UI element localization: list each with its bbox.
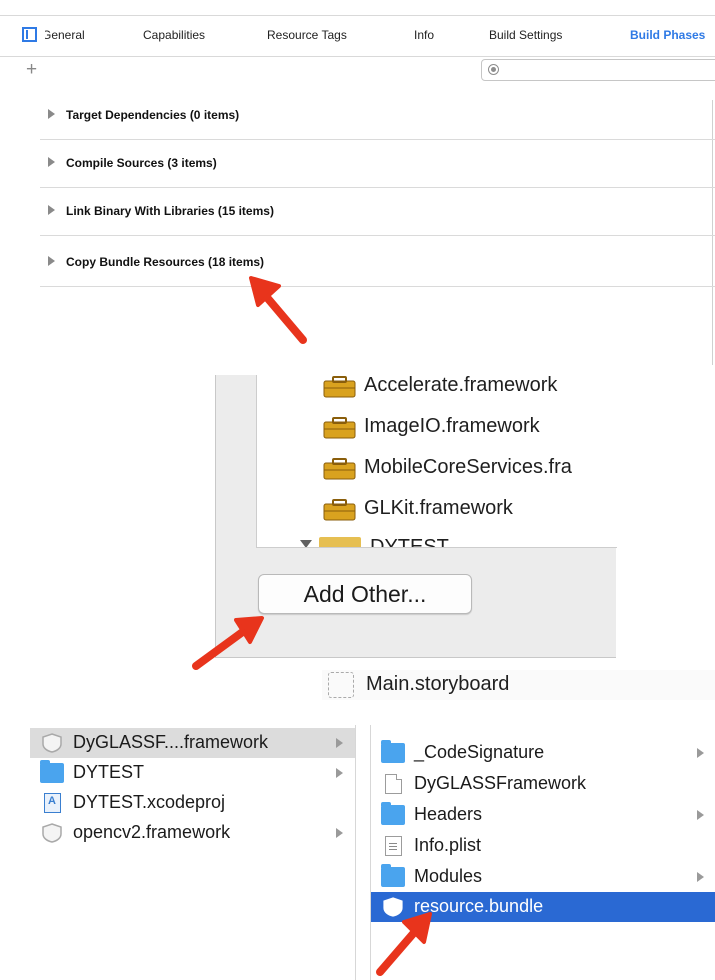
file-name: Modules	[414, 866, 483, 886]
phase-target-dependencies[interactable]: Target Dependencies (0 items)	[40, 92, 715, 140]
filter-field[interactable]	[481, 59, 715, 81]
folder-icon	[381, 864, 405, 887]
folder-icon	[381, 802, 405, 825]
editor-tab-bar: General Capabilities Resource Tags Info …	[0, 15, 715, 57]
framework-name: Accelerate.framework	[364, 375, 558, 396]
file-name: Headers	[414, 804, 483, 824]
list-item-main-storyboard[interactable]: Main.storyboard	[322, 670, 715, 700]
folder-icon	[381, 740, 405, 763]
disclosure-triangle-icon[interactable]	[48, 109, 55, 119]
phases-toolbar: +	[0, 56, 715, 86]
filter-icon	[488, 64, 499, 75]
disclosure-triangle-icon[interactable]	[48, 205, 55, 215]
phase-compile-sources[interactable]: Compile Sources (3 items)	[40, 140, 715, 188]
disclosure-triangle-icon[interactable]	[48, 256, 55, 266]
file-name: DYTEST	[73, 762, 145, 782]
tab-resource-tags[interactable]: Resource Tags	[267, 28, 347, 42]
list-item-dytest-folder[interactable]: DYTEST	[30, 758, 355, 788]
disclosure-triangle-icon[interactable]	[48, 157, 55, 167]
expand-arrow-icon	[336, 768, 343, 778]
list-item-opencv2-framework[interactable]: opencv2.framework	[30, 818, 355, 848]
annotation-arrow-icon	[376, 912, 432, 976]
xcodeproj-icon	[44, 793, 61, 813]
file-name: Info.plist	[414, 835, 482, 855]
framework-icon	[42, 733, 62, 753]
framework-name: GLKit.framework	[364, 497, 513, 519]
list-item-info-plist[interactable]: Info.plist	[371, 831, 715, 861]
folder-icon	[319, 537, 361, 547]
toolbox-icon	[323, 417, 356, 439]
toolbox-icon	[323, 499, 356, 521]
annotation-arrow-icon	[249, 276, 307, 344]
expand-arrow-icon	[697, 810, 704, 820]
framework-name: ImageIO.framework	[364, 415, 540, 437]
tab-capabilities[interactable]: Capabilities	[143, 28, 205, 42]
list-item-codesignature[interactable]: _CodeSignature	[371, 738, 715, 768]
storyboard-icon	[328, 672, 354, 698]
group-dytest-label: DYTEST	[370, 536, 449, 548]
tab-build-phases[interactable]: Build Phases	[630, 28, 705, 42]
expand-arrow-icon	[336, 738, 343, 748]
file-name: Main.storyboard	[366, 673, 510, 695]
phase-label: Compile Sources (3 items)	[66, 156, 217, 170]
toolbox-icon	[323, 458, 356, 480]
build-phases-panel: General Capabilities Resource Tags Info …	[0, 0, 715, 365]
finder-column-left[interactable]: DyGLASSF....framework DYTEST DYTEST.xcod…	[30, 725, 356, 980]
add-phase-button[interactable]: +	[26, 60, 37, 79]
expand-arrow-icon	[336, 828, 343, 838]
annotation-arrow-icon	[192, 616, 264, 670]
file-name: _CodeSignature	[414, 742, 545, 762]
file-icon	[385, 774, 402, 794]
framework-chooser-dialog: Accelerate.framework ImageIO.framework M…	[215, 375, 617, 658]
expand-arrow-icon	[697, 748, 704, 758]
toolbox-icon	[323, 376, 356, 398]
file-name: opencv2.framework	[73, 822, 231, 842]
folder-icon	[40, 760, 64, 783]
phase-label: Copy Bundle Resources (18 items)	[66, 255, 265, 269]
framework-name: MobileCoreServices.fra	[364, 456, 572, 478]
sidebar-toggle-icon[interactable]	[22, 27, 37, 42]
list-item-dyglass-framework[interactable]: DyGLASSF....framework	[30, 728, 355, 758]
file-name: DyGLASSF....framework	[73, 732, 269, 752]
phase-copy-bundle-resources[interactable]: Copy Bundle Resources (18 items)	[40, 239, 715, 287]
file-name: DyGLASSFramework	[414, 773, 587, 793]
file-name: DYTEST.xcodeproj	[73, 792, 226, 812]
tab-general[interactable]: General	[45, 28, 85, 42]
phase-label: Target Dependencies (0 items)	[66, 108, 240, 122]
list-item-dytest-xcodeproj[interactable]: DYTEST.xcodeproj	[30, 788, 355, 818]
phase-label: Link Binary With Libraries (15 items)	[66, 204, 274, 218]
tab-build-settings[interactable]: Build Settings	[489, 28, 562, 42]
finder-column-browser: DyGLASSF....framework DYTEST DYTEST.xcod…	[0, 715, 715, 980]
expand-arrow-icon	[697, 872, 704, 882]
tab-info[interactable]: Info	[414, 28, 434, 42]
add-other-button[interactable]: Add Other...	[258, 574, 472, 614]
phase-link-binary[interactable]: Link Binary With Libraries (15 items)	[40, 188, 715, 236]
list-item-modules[interactable]: Modules	[371, 862, 715, 892]
list-item-headers[interactable]: Headers	[371, 800, 715, 830]
framework-icon	[42, 823, 62, 843]
framework-list[interactable]: Accelerate.framework ImageIO.framework M…	[256, 375, 617, 548]
add-frameworks-dialog-panel: Accelerate.framework ImageIO.framework M…	[0, 375, 715, 710]
disclosure-expanded-icon[interactable]	[300, 540, 312, 547]
list-item-dyglassframework-binary[interactable]: DyGLASSFramework	[371, 769, 715, 799]
plist-icon	[385, 836, 402, 856]
